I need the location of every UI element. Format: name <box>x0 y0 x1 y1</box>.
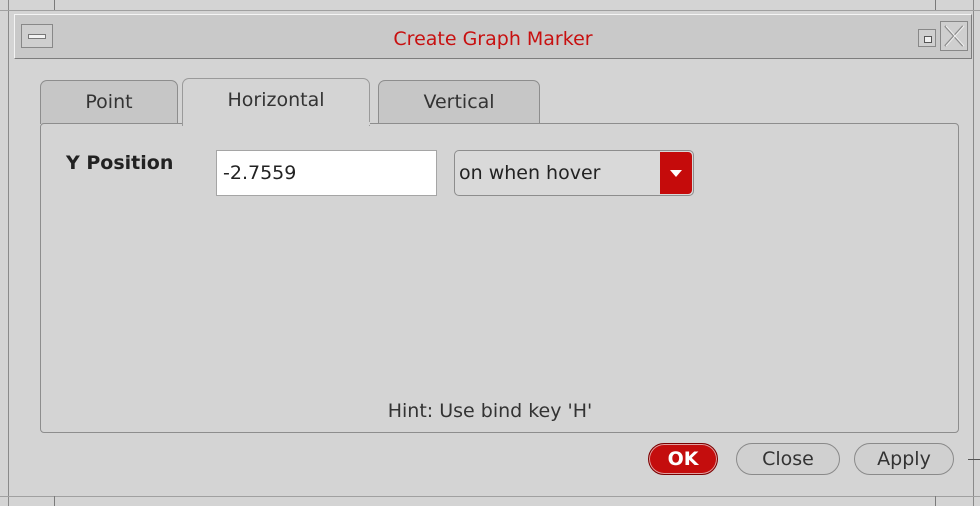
hint-text: Hint: Use bind key 'H' <box>387 400 593 422</box>
active-tab-joint <box>184 122 370 125</box>
y-position-label: Y Position <box>66 152 174 174</box>
frame-corner-mark <box>54 496 55 506</box>
frame-top-border <box>0 10 980 11</box>
frame-corner-mark <box>54 0 55 10</box>
ok-button[interactable]: OK <box>648 443 718 475</box>
window-title: Create Graph Marker <box>393 28 593 50</box>
title-bar[interactable]: Create Graph Marker <box>14 14 972 59</box>
close-button[interactable]: Close <box>736 443 840 475</box>
frame-bottom-border <box>0 496 980 497</box>
tab-vertical[interactable]: Vertical <box>378 80 540 124</box>
y-position-input[interactable] <box>216 150 437 196</box>
resize-handle-tick <box>968 459 980 460</box>
display-mode-value: on when hover <box>459 162 601 184</box>
frame-corner-mark <box>935 496 936 506</box>
minimize-icon[interactable] <box>918 29 936 47</box>
tab-horizontal[interactable]: Horizontal <box>182 78 370 126</box>
frame-corner-mark <box>935 0 936 10</box>
apply-button[interactable]: Apply <box>854 443 954 475</box>
close-x-icon[interactable] <box>940 21 968 51</box>
dropdown-arrow-icon[interactable] <box>660 152 692 194</box>
display-mode-select[interactable]: on when hover <box>454 150 694 196</box>
tab-point[interactable]: Point <box>40 80 178 124</box>
